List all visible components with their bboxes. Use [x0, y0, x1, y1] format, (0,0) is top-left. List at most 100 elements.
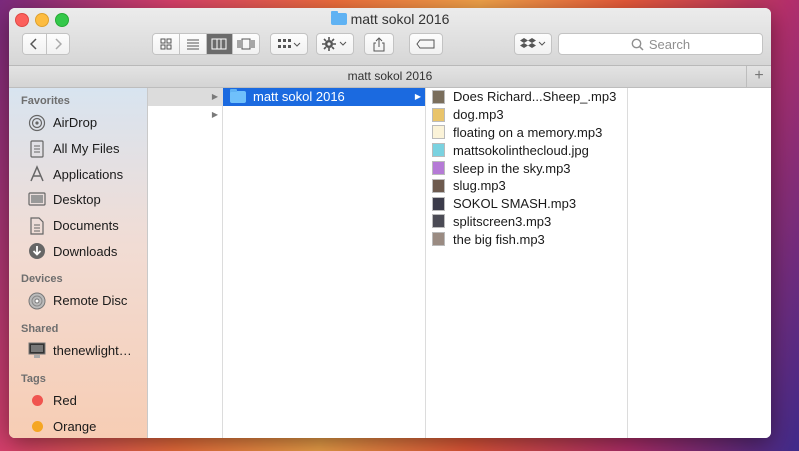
file-name: mattsokolinthecloud.jpg	[453, 142, 589, 158]
disc-icon	[28, 292, 46, 310]
file-thumbnail-icon	[432, 89, 445, 104]
downloads-icon	[28, 242, 46, 260]
disclosure-arrow-icon: ▶	[414, 92, 421, 102]
search-field[interactable]: Search	[558, 33, 763, 55]
arrange-icon	[278, 39, 301, 48]
disclosure-arrow-icon: ▶	[211, 110, 218, 120]
sidebar-item-label: Desktop	[53, 192, 101, 208]
list-view-button[interactable]	[179, 34, 207, 54]
file-row[interactable]: SOKOL SMASH.mp3	[426, 195, 627, 213]
tag-icon	[416, 39, 435, 49]
column-view-button[interactable]	[206, 34, 234, 54]
file-name: SOKOL SMASH.mp3	[453, 196, 577, 212]
sidebar-item-desktop[interactable]: Desktop	[9, 187, 147, 213]
back-button[interactable]	[23, 34, 47, 54]
tags-header: Tags	[21, 372, 46, 385]
file-name: sleep in the sky.mp3	[453, 160, 571, 176]
sidebar-item-applications[interactable]: Applications	[9, 161, 147, 187]
desktop-icon	[28, 191, 46, 209]
forward-button[interactable]	[46, 34, 69, 54]
chevron-left-icon	[30, 38, 37, 50]
file-thumbnail-icon	[432, 196, 445, 211]
column-1-row-selected[interactable]: ▶	[148, 88, 222, 106]
folder-row-label: matt sokol 2016	[253, 89, 345, 105]
file-thumbnail-icon	[432, 143, 445, 158]
sidebar-item-label: AirDrop	[53, 115, 98, 131]
coverflow-view-icon	[237, 38, 255, 50]
sidebar-item-airdrop[interactable]: AirDrop	[9, 110, 147, 136]
back-forward-control	[22, 33, 70, 55]
file-row[interactable]: floating on a memory.mp3	[426, 124, 627, 142]
file-row[interactable]: slug.mp3	[426, 177, 627, 195]
favorites-header: Favorites	[21, 95, 70, 107]
folder-row-matt-sokol-2016[interactable]: matt sokol 2016 ▶	[223, 88, 425, 106]
file-row[interactable]: the big fish.mp3	[426, 230, 627, 248]
file-thumbnail-icon	[432, 125, 445, 140]
file-thumbnail-icon	[432, 214, 445, 229]
coverflow-view-button[interactable]	[233, 34, 259, 54]
file-thumbnail-icon	[432, 107, 445, 122]
icon-view-button[interactable]	[153, 34, 180, 54]
devices-header: Devices	[21, 273, 63, 286]
share-icon	[373, 36, 385, 51]
file-name: floating on a memory.mp3	[453, 124, 603, 140]
tags-button[interactable]	[409, 33, 443, 55]
file-name: slug.mp3	[453, 178, 506, 194]
sidebar-item-label: All My Files	[53, 141, 120, 157]
browser-column-1: ▶ ▶	[148, 88, 223, 438]
add-tab-button[interactable]: +	[746, 66, 771, 87]
file-list: Does Richard...Sheep_.mp3 dog.mp3 floating…	[426, 88, 627, 248]
file-thumbnail-icon	[432, 161, 445, 176]
disclosure-arrow-icon: ▶	[211, 92, 218, 102]
view-mode-control	[152, 33, 260, 55]
file-row[interactable]: sleep in the sky.mp3	[426, 159, 627, 177]
sidebar-item-all-my-files[interactable]: All My Files	[9, 136, 147, 162]
file-row[interactable]: mattsokolinthecloud.jpg	[426, 141, 627, 159]
gear-icon	[322, 37, 347, 51]
column-view-icon	[211, 38, 227, 50]
documents-icon	[28, 216, 46, 235]
action-button[interactable]	[316, 33, 354, 55]
column-1-row[interactable]: ▶	[148, 106, 222, 124]
display-icon	[28, 342, 46, 360]
sidebar-item-tag-orange[interactable]: Orange	[9, 413, 147, 438]
file-row[interactable]: splitscreen3.mp3	[426, 213, 627, 231]
sidebar-item-label: Downloads	[53, 243, 118, 259]
file-name: splitscreen3.mp3	[453, 213, 552, 229]
browser-column-2: matt sokol 2016 ▶	[223, 88, 426, 438]
file-row[interactable]: Does Richard...Sheep_.mp3	[426, 88, 627, 106]
path-bar: matt sokol 2016 +	[9, 66, 771, 88]
sidebar-item-label: Orange	[53, 418, 97, 434]
chevron-right-icon	[55, 38, 62, 50]
sidebar-item-remote-disc[interactable]: Remote Disc	[9, 288, 147, 314]
folder-icon	[230, 88, 246, 103]
airdrop-icon	[28, 114, 46, 132]
dropbox-button[interactable]	[514, 33, 552, 55]
sidebar-item-label: Remote Disc	[53, 293, 128, 309]
file-name: dog.mp3	[453, 107, 504, 123]
icon-view-icon	[160, 38, 172, 50]
list-view-icon	[186, 39, 199, 50]
sidebar-item-label: Applications	[53, 166, 124, 182]
arrange-button[interactable]	[270, 33, 308, 55]
sidebar-item-thenewlight[interactable]: thenewlight…	[9, 338, 147, 364]
title-bar: matt sokol 2016 Search	[9, 8, 771, 66]
window-title-text: matt sokol 2016	[350, 11, 450, 27]
file-thumbnail-icon	[432, 232, 445, 247]
folder-icon	[330, 11, 347, 25]
sidebar-item-tag-red[interactable]: Red	[9, 388, 147, 414]
path-bar-label: matt sokol 2016	[347, 69, 433, 83]
shared-header: Shared	[21, 322, 59, 335]
sidebar: Favorites AirDrop All My Files Applicati…	[9, 88, 148, 438]
all-files-icon	[28, 139, 46, 158]
sidebar-item-downloads[interactable]: Downloads	[9, 238, 147, 264]
sidebar-item-documents[interactable]: Documents	[9, 213, 147, 239]
share-button[interactable]	[364, 33, 394, 55]
search-placeholder: Search	[648, 36, 691, 52]
search-icon	[631, 38, 644, 51]
file-row[interactable]: dog.mp3	[426, 106, 627, 124]
browser-column-3: Does Richard...Sheep_.mp3 dog.mp3 floating…	[426, 88, 628, 438]
sidebar-item-label: Documents	[53, 218, 119, 234]
file-name: Does Richard...Sheep_.mp3	[453, 89, 617, 105]
sidebar-item-label: Red	[53, 392, 77, 408]
